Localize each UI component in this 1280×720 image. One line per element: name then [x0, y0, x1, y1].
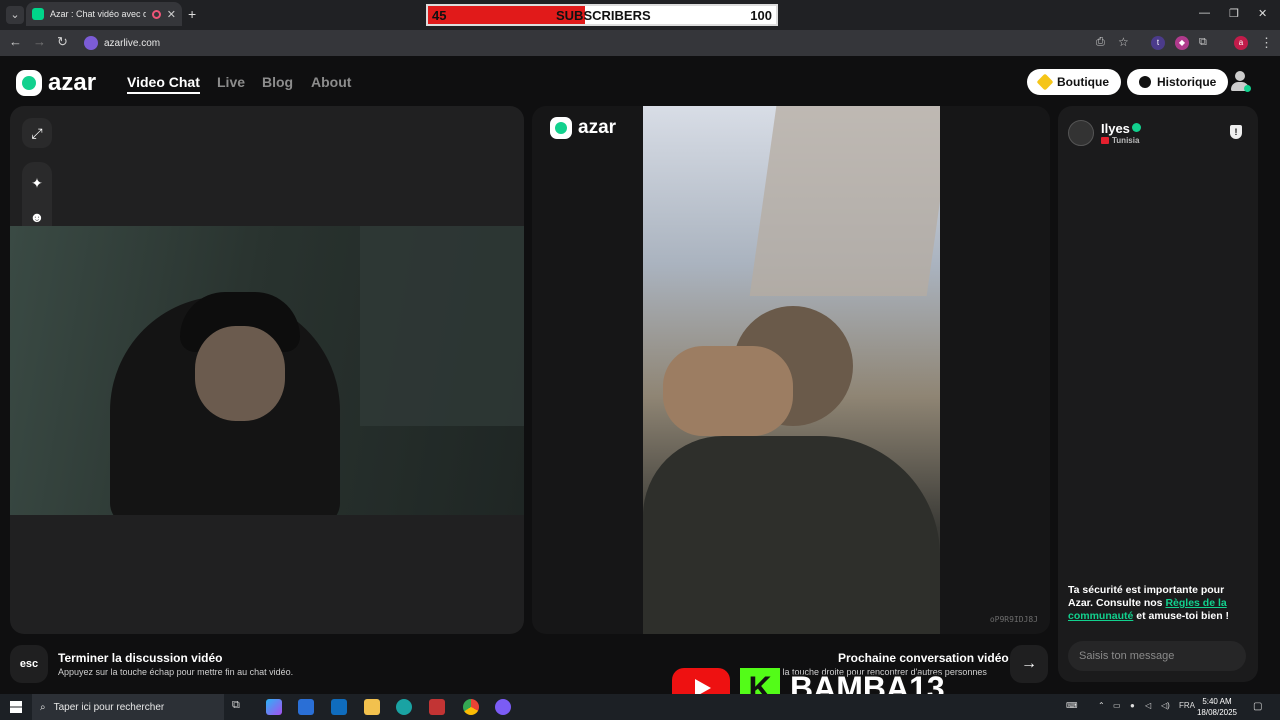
- restore-icon[interactable]: ❐: [1229, 7, 1239, 20]
- account-avatar-icon[interactable]: [1230, 69, 1251, 93]
- azar-watermark: azar: [550, 117, 616, 139]
- language-indicator[interactable]: FRA: [1179, 701, 1195, 710]
- profile-icon[interactable]: a: [1234, 36, 1248, 50]
- edge-icon[interactable]: [396, 699, 412, 715]
- clock-date: 18/08/2025: [1196, 708, 1238, 717]
- azar-favicon: [32, 8, 44, 20]
- safety-notice: Ta sécurité est importante pour Azar. Co…: [1068, 584, 1248, 623]
- app-icon[interactable]: [429, 699, 445, 715]
- taskbar-search-text: Taper ici pour rechercher: [53, 701, 165, 713]
- task-view-icon[interactable]: ⧉: [232, 699, 248, 715]
- chat-message-input[interactable]: [1068, 641, 1246, 671]
- nav-video-chat[interactable]: Video Chat: [127, 74, 200, 94]
- tray-chevron-icon[interactable]: ⌃: [1098, 701, 1105, 710]
- store-icon[interactable]: [298, 699, 314, 715]
- subscriber-count: 45: [432, 8, 447, 23]
- azar-logo[interactable]: azar: [16, 69, 96, 97]
- network-icon[interactable]: ▭: [1113, 701, 1121, 710]
- expand-icon[interactable]: ⤢: [22, 118, 52, 148]
- outlook-icon[interactable]: [331, 699, 347, 715]
- peer-username[interactable]: Ilyes: [1101, 121, 1130, 136]
- browser-tab[interactable]: Azar : Chat vidéo avec de n ✕: [26, 2, 182, 26]
- discord-icon[interactable]: [495, 699, 511, 715]
- history-button[interactable]: Historique: [1127, 69, 1229, 95]
- nav-about[interactable]: About: [311, 74, 351, 90]
- close-tab-icon[interactable]: ✕: [167, 8, 176, 21]
- mic-icon[interactable]: ●: [1130, 701, 1135, 710]
- taskbar-search[interactable]: ⌕ Taper ici pour rechercher: [32, 694, 224, 720]
- site-header: azar Video Chat Live Blog About Boutique…: [0, 57, 1280, 105]
- chrome-icon[interactable]: [463, 699, 479, 715]
- back-icon[interactable]: ←: [9, 34, 22, 49]
- watermark-text: azar: [578, 117, 617, 138]
- peer-camera-feed: [643, 106, 940, 634]
- keyboard-icon[interactable]: ⌨: [1066, 701, 1078, 710]
- diamond-icon: [1036, 73, 1054, 91]
- self-camera-feed: [10, 226, 524, 515]
- tunisia-flag-icon: [1101, 137, 1109, 144]
- subscriber-goal: 100: [750, 8, 772, 23]
- url-field[interactable]: azarlive.com: [84, 33, 160, 53]
- history-label: Historique: [1157, 75, 1217, 89]
- url-text: azarlive.com: [104, 37, 161, 49]
- peer-video-panel: azar oP9R9IDJ8J: [532, 106, 1050, 634]
- nav-blog[interactable]: Blog: [262, 74, 293, 90]
- recording-icon: [151, 9, 161, 19]
- peer-session-code: oP9R9IDJ8J: [989, 615, 1038, 624]
- tab-search-icon[interactable]: ⌄: [6, 6, 24, 24]
- next-chat-title: Prochaine conversation vidéo: [838, 651, 1009, 665]
- azar-watermark-icon: [550, 117, 572, 139]
- forward-icon[interactable]: →: [33, 34, 46, 49]
- nav-live[interactable]: Live: [217, 74, 245, 90]
- sparkle-effects-icon[interactable]: ✦: [22, 168, 52, 198]
- peer-avatar[interactable]: [1068, 120, 1094, 146]
- peer-country: Tunisia: [1112, 136, 1140, 145]
- close-window-icon[interactable]: ✕: [1258, 7, 1267, 20]
- new-tab-icon[interactable]: +: [188, 6, 196, 22]
- windows-start-icon[interactable]: [10, 701, 22, 713]
- minimize-icon[interactable]: —: [1199, 7, 1210, 19]
- end-chat-title: Terminer la discussion vidéo: [58, 651, 223, 665]
- copilot-icon[interactable]: [266, 699, 282, 715]
- volume-icon[interactable]: ◁): [1161, 701, 1170, 710]
- shop-button[interactable]: Boutique: [1027, 69, 1121, 95]
- extension-t-icon[interactable]: t: [1151, 36, 1165, 50]
- safety-text-2: et amuse-toi bien !: [1133, 610, 1230, 622]
- taskbar-clock[interactable]: 5:40 AM 18/08/2025: [1194, 696, 1240, 718]
- subscriber-goal-bar: 45 SUBSCRIBERS 100: [426, 4, 778, 26]
- verified-badge-icon: [1132, 123, 1141, 132]
- azar-logo-icon: [16, 70, 42, 96]
- install-icon[interactable]: ⎙: [1096, 36, 1105, 49]
- speaker-icon[interactable]: ◁: [1145, 701, 1151, 710]
- esc-key-button[interactable]: esc: [10, 645, 48, 683]
- file-explorer-icon[interactable]: [364, 699, 380, 715]
- subscriber-label: SUBSCRIBERS: [556, 8, 651, 23]
- report-shield-icon[interactable]: !: [1230, 125, 1242, 139]
- chat-panel: Ilyes Tunisia ! Ta sécurité est importan…: [1058, 106, 1258, 682]
- browser-menu-icon[interactable]: ⋮: [1260, 35, 1273, 51]
- site-info-icon[interactable]: [84, 36, 98, 50]
- tab-title: Azar : Chat vidéo avec de n: [50, 9, 146, 19]
- clock-time: 5:40 AM: [1202, 697, 1232, 706]
- extension-shield-icon[interactable]: ◆: [1175, 36, 1189, 50]
- logo-text: azar: [48, 69, 97, 96]
- address-bar: ← → ↻ azarlive.com ⎙ ☆ t ◆ ⧉ a ⋮: [0, 30, 1280, 56]
- next-arrow-button[interactable]: →: [1010, 645, 1048, 683]
- windows-taskbar: ⌕ Taper ici pour rechercher ⧉ ⌨ ⌃ ▭ ● ◁ …: [0, 694, 1280, 720]
- search-icon: ⌕: [40, 701, 46, 713]
- reload-icon[interactable]: ↻: [57, 34, 68, 50]
- notifications-icon[interactable]: ▢: [1253, 701, 1262, 712]
- clock-icon: [1139, 76, 1151, 88]
- end-chat-hint: Appuyez sur la touche échap pour mettre …: [58, 667, 294, 677]
- extensions-puzzle-icon[interactable]: ⧉: [1199, 36, 1207, 49]
- bookmark-star-icon[interactable]: ☆: [1118, 35, 1129, 49]
- self-video-panel: ⤢ ✦ ☻: [10, 106, 524, 634]
- shop-label: Boutique: [1057, 75, 1109, 89]
